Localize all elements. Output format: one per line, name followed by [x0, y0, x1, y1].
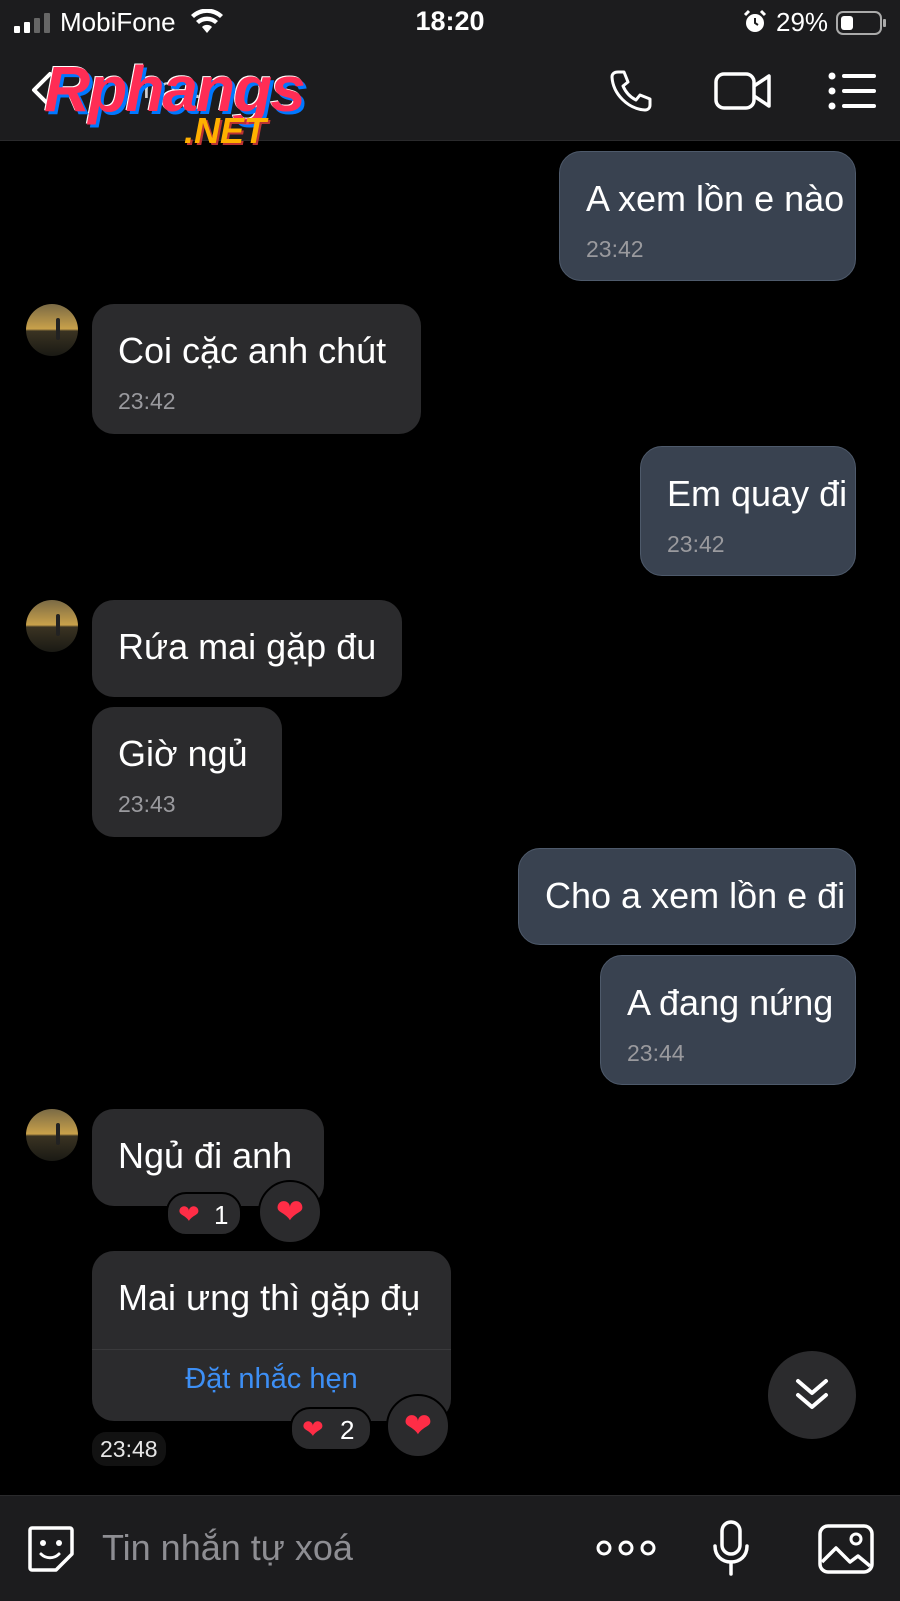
watermark-logo: Rphangs .NET [44, 53, 306, 151]
add-reaction-button[interactable]: ❤ [386, 1394, 450, 1458]
message-bubble-outgoing[interactable]: A xem lồn e nào 23:42 [559, 151, 856, 281]
reaction-summary[interactable]: ❤ 1 [166, 1192, 242, 1236]
message-bubble-incoming[interactable]: Rứa mai gặp đu [92, 600, 402, 697]
message-text: A xem lồn e nào [586, 178, 845, 219]
status-bar: MobiFone 18:20 29% [0, 0, 900, 46]
message-time: 23:44 [627, 1040, 685, 1066]
message-bubble-incoming[interactable]: Mai ưng thì gặp đụ Đặt nhắc hẹn [92, 1251, 451, 1421]
message-bubble-incoming[interactable]: Coi cặc anh chút 23:42 [92, 304, 421, 434]
set-reminder-button[interactable]: Đặt nhắc hẹn [92, 1363, 451, 1396]
heart-icon: ❤ [275, 1193, 305, 1231]
more-options-icon[interactable] [596, 1536, 656, 1560]
add-reaction-button[interactable]: ❤ [258, 1180, 322, 1244]
reaction-count: 1 [214, 1200, 229, 1230]
message-bubble-outgoing[interactable]: Cho a xem lồn e đi [518, 848, 856, 945]
message-bubble-outgoing[interactable]: Em quay đi 23:42 [640, 446, 856, 576]
message-time: 23:43 [118, 791, 176, 817]
message-time-pill: 23:48 [92, 1432, 166, 1466]
message-bubble-outgoing[interactable]: A đang nứng 23:44 [600, 955, 856, 1085]
divider [92, 1349, 451, 1350]
message-input-bar [0, 1495, 900, 1601]
microphone-icon[interactable] [712, 1520, 750, 1576]
battery-percent: 29% [776, 7, 829, 37]
alarm-icon [743, 9, 767, 32]
message-text: Coi cặc anh chút [118, 330, 387, 371]
video-call-icon[interactable] [714, 70, 772, 112]
image-gallery-icon[interactable] [818, 1524, 874, 1574]
reaction-summary[interactable]: ❤ 2 [290, 1407, 372, 1451]
message-input[interactable] [102, 1520, 552, 1576]
message-time: 23:42 [586, 236, 644, 262]
contact-avatar[interactable] [26, 304, 78, 356]
double-chevron-down-icon [796, 1379, 828, 1409]
message-bubble-incoming[interactable]: Giờ ngủ 23:43 [92, 707, 282, 837]
message-text: Giờ ngủ [118, 733, 248, 774]
message-text: Rứa mai gặp đu [118, 626, 377, 667]
menu-list-icon[interactable] [828, 72, 876, 110]
phone-call-icon[interactable] [608, 68, 654, 114]
scroll-to-bottom-button[interactable] [768, 1351, 856, 1439]
battery-icon [836, 11, 886, 35]
message-text: Em quay đi [667, 473, 848, 514]
contact-avatar[interactable] [26, 600, 78, 652]
reaction-count: 2 [340, 1415, 355, 1445]
contact-avatar[interactable] [26, 1109, 78, 1161]
message-time: 23:42 [118, 388, 176, 414]
message-text: Cho a xem lồn e đi [545, 875, 846, 916]
message-text: A đang nứng [627, 982, 834, 1023]
heart-icon: ❤ [403, 1407, 433, 1445]
chat-header: ...ng... Rphangs .NET [0, 46, 900, 151]
message-time: 23:42 [667, 531, 725, 557]
heart-icon: ❤ [302, 1414, 324, 1444]
message-text: Ngủ đi anh [118, 1135, 293, 1176]
heart-icon: ❤ [178, 1199, 200, 1229]
sticker-icon[interactable] [26, 1524, 76, 1574]
message-text: Mai ưng thì gặp đụ [118, 1277, 421, 1318]
